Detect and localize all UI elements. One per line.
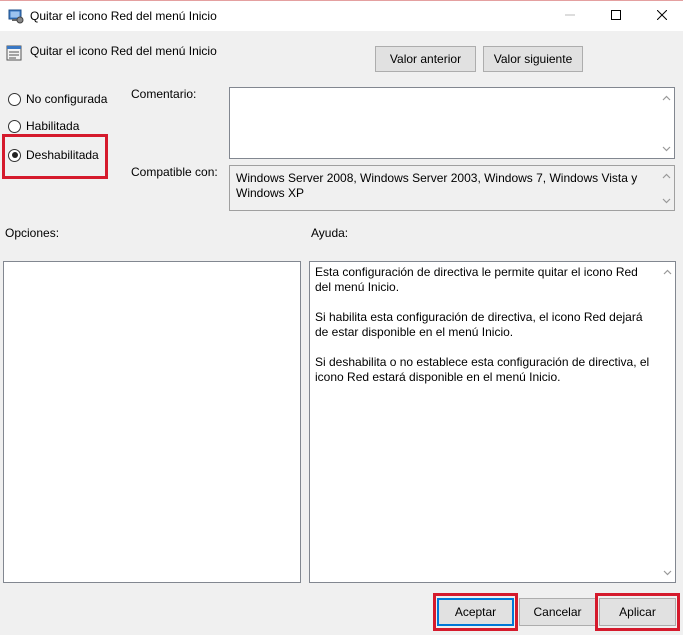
radio-not-configured[interactable]: No configurada: [8, 90, 107, 108]
previous-setting-button[interactable]: Valor anterior: [375, 46, 476, 72]
policy-setting-icon: [6, 45, 22, 61]
comment-label: Comentario:: [131, 87, 197, 101]
highlight-box-apply: [595, 593, 680, 631]
highlight-box-disabled: [2, 134, 108, 179]
minimize-icon: [565, 9, 575, 23]
help-paragraph: Esta configuración de directiva le permi…: [315, 265, 638, 294]
cancel-button[interactable]: Cancelar: [519, 598, 596, 626]
close-button[interactable]: [639, 1, 683, 31]
help-panel: Esta configuración de directiva le permi…: [309, 261, 676, 583]
window-title: Quitar el icono Red del menú Inicio: [30, 9, 217, 23]
help-paragraph: Si habilita esta configuración de direct…: [315, 310, 643, 339]
help-text: Esta configuración de directiva le permi…: [315, 265, 657, 400]
minimize-button[interactable]: [547, 1, 593, 31]
radio-button[interactable]: [8, 92, 21, 106]
options-label: Opciones:: [5, 226, 60, 240]
help-paragraph: Si deshabilita o no establece esta confi…: [315, 355, 650, 384]
radio-button[interactable]: [8, 119, 21, 133]
scroll-up-icon[interactable]: [661, 93, 671, 103]
comment-field[interactable]: [229, 87, 675, 159]
scroll-down-icon[interactable]: [662, 568, 672, 578]
scroll-down-icon[interactable]: [661, 196, 671, 206]
maximize-icon: [611, 9, 621, 23]
radio-enabled[interactable]: Habilitada: [8, 117, 79, 135]
highlight-box-ok: [433, 593, 518, 631]
scroll-down-icon[interactable]: [661, 144, 671, 154]
compatible-label: Compatible con:: [131, 165, 218, 179]
next-setting-button[interactable]: Valor siguiente: [483, 46, 583, 72]
maximize-button[interactable]: [593, 1, 639, 31]
compatible-value: Windows Server 2008, Windows Server 2003…: [236, 171, 638, 200]
close-icon: [656, 9, 668, 23]
scroll-up-icon[interactable]: [661, 171, 671, 181]
title-bar: Quitar el icono Red del menú Inicio: [0, 0, 683, 31]
compatible-field: Windows Server 2008, Windows Server 2003…: [229, 165, 675, 211]
radio-label: Habilitada: [26, 119, 80, 133]
policy-title: Quitar el icono Red del menú Inicio: [30, 44, 217, 58]
radio-label: No configurada: [26, 92, 108, 106]
help-label: Ayuda:: [311, 226, 349, 240]
options-panel: [3, 261, 301, 583]
scroll-up-icon[interactable]: [662, 267, 672, 277]
app-settings-icon: [8, 8, 24, 24]
